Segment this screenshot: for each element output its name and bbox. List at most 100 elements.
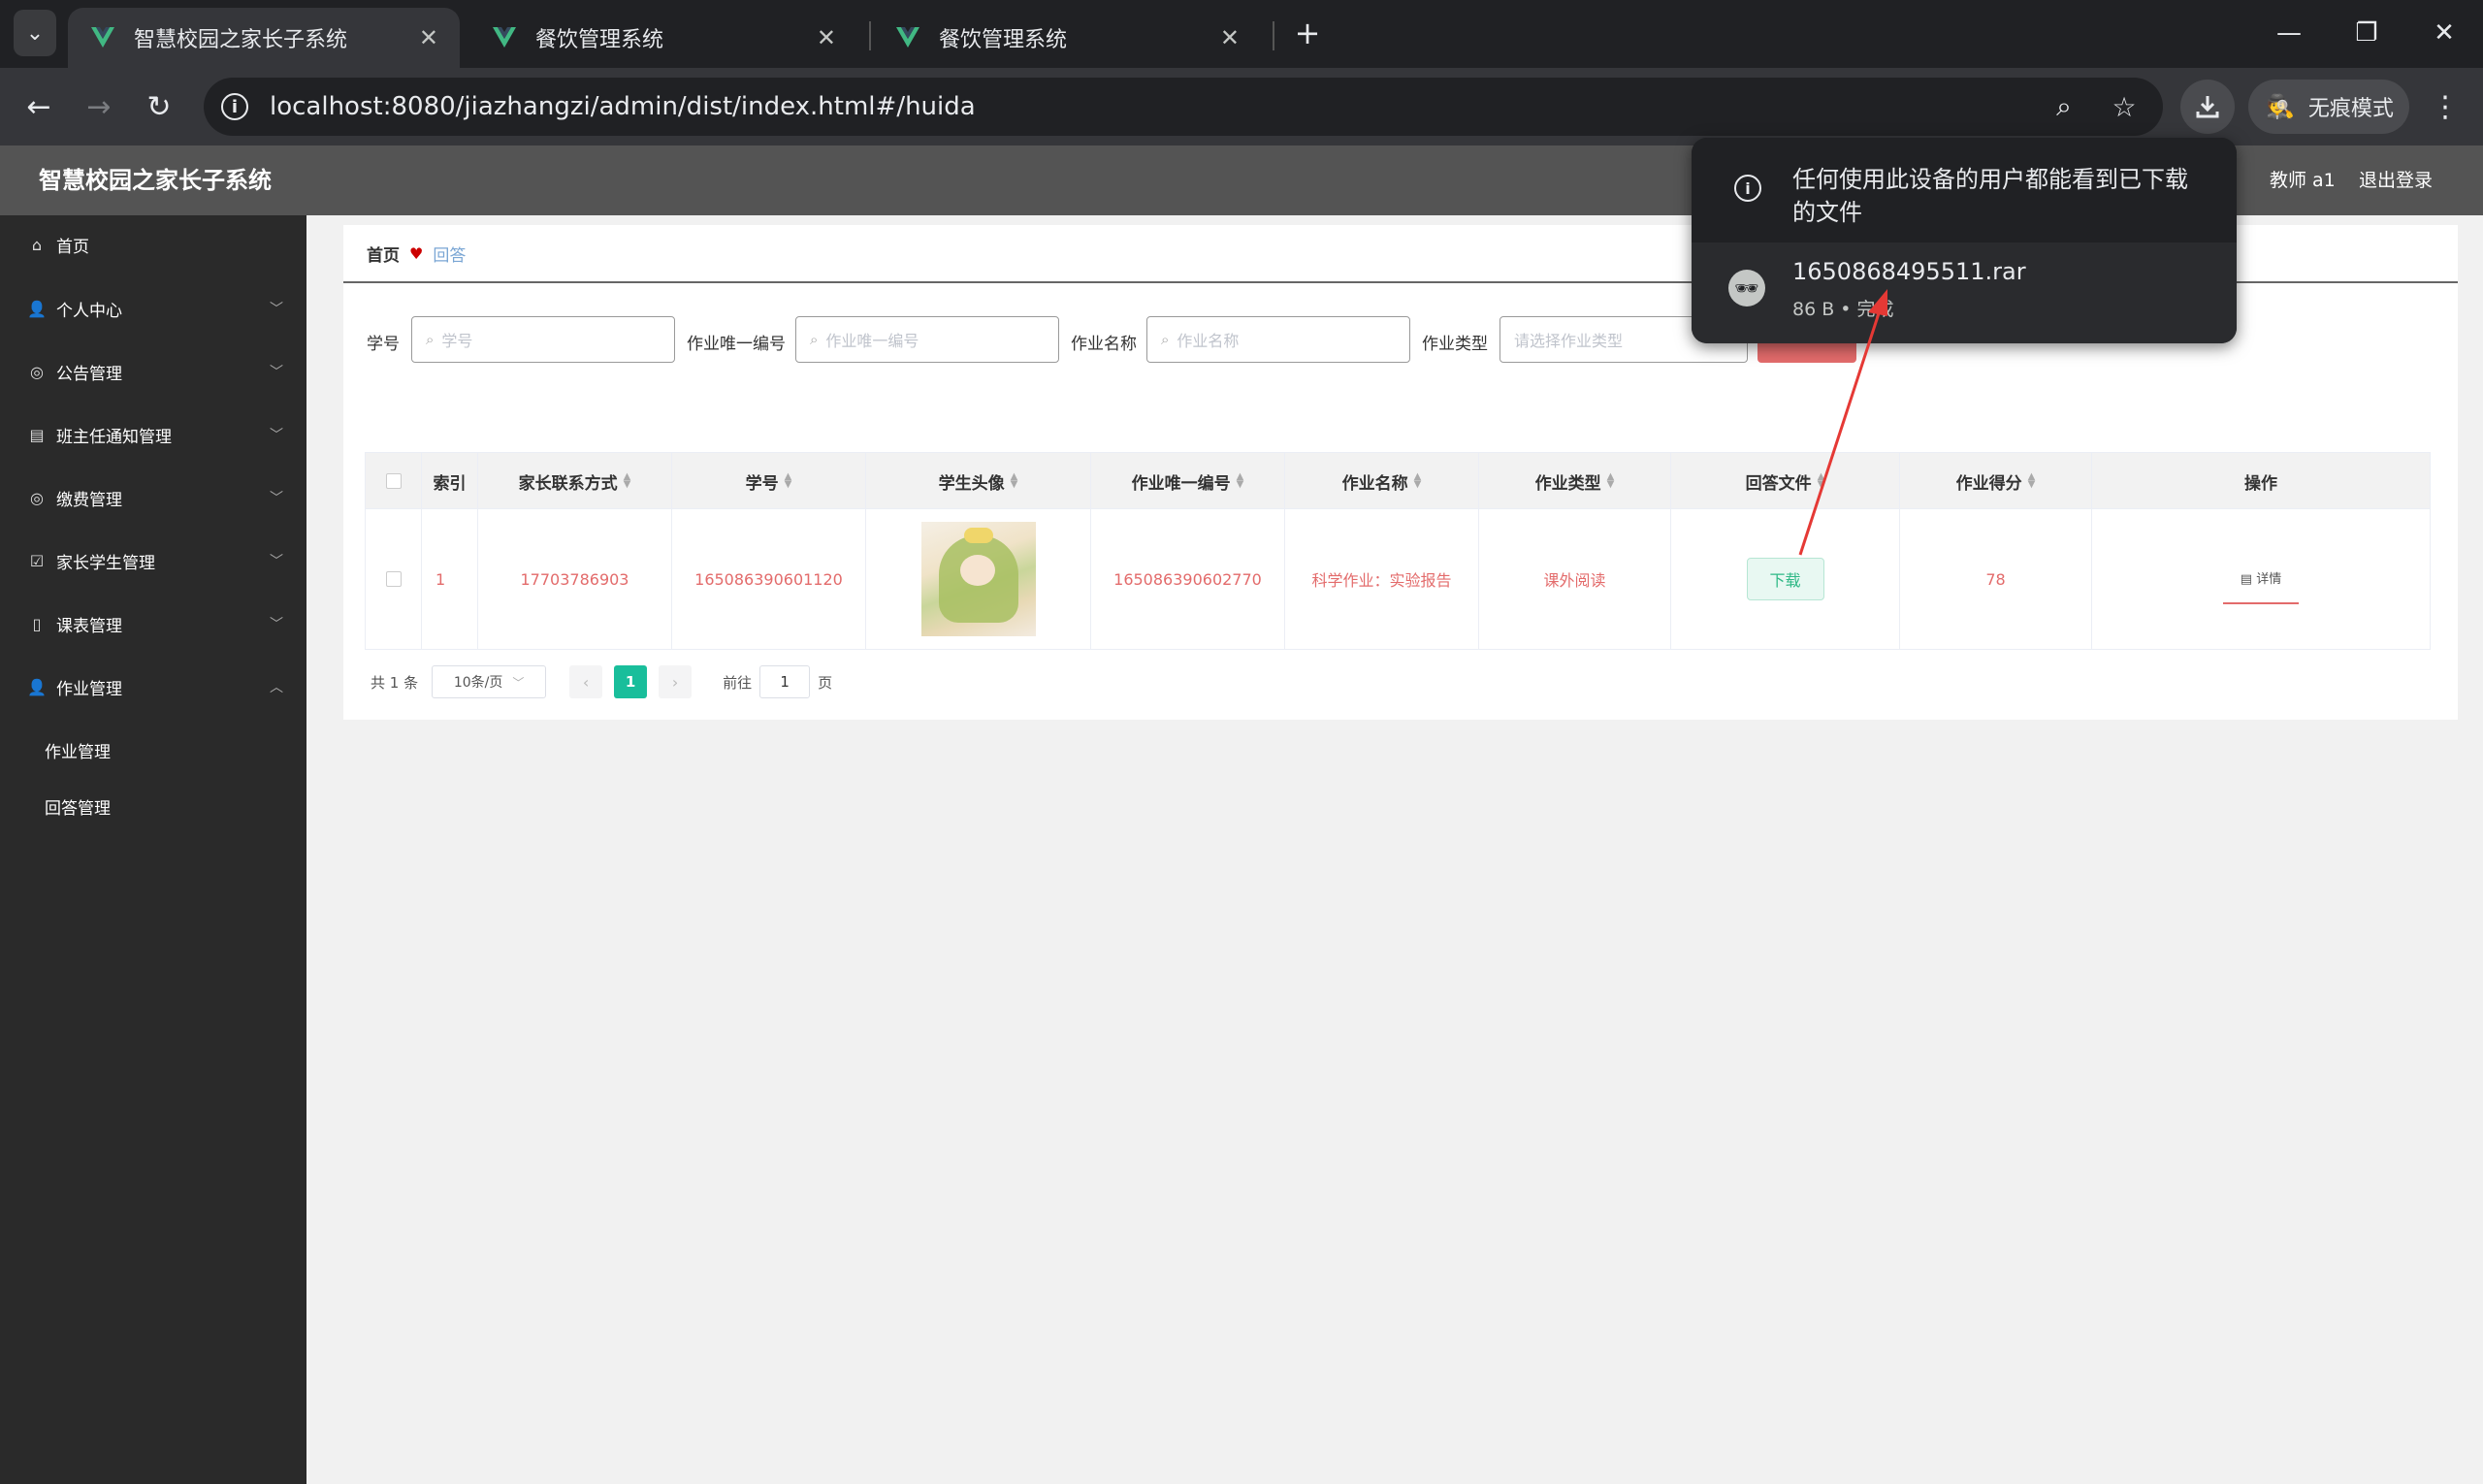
sidebar-item-parent-student[interactable]: ☑ 家长学生管理 ﹀: [0, 532, 306, 590]
col-student-no[interactable]: 学号 ▲ ▼: [672, 453, 866, 509]
sort-icon: ▲ ▼: [784, 471, 792, 490]
tab-search-button[interactable]: ⌄: [14, 10, 56, 56]
student-no-input[interactable]: ⌕ 学号: [411, 316, 675, 363]
new-tab-button[interactable]: +: [1288, 14, 1327, 52]
sidebar-item-teacher-notice[interactable]: ▤ 班主任通知管理 ﹀: [0, 405, 306, 464]
sidebar-item-home[interactable]: ⌂ 首页: [0, 215, 306, 274]
col-answer-file[interactable]: 回答文件 ▲ ▼: [1671, 453, 1900, 509]
answers-table: 索引 家长联系方式 ▲ ▼ 学号 ▲ ▼ 学生头像 ▲ ▼ 作业唯一编号 ▲ ▼ 作业名称 ▲ ▼ …: [365, 452, 2431, 650]
download-bubble: i 任何使用此设备的用户都能看到已下载的文件 🕶 1650868495511.r…: [1692, 138, 2237, 343]
breadcrumb-home[interactable]: 首页: [367, 242, 400, 266]
col-parent-phone[interactable]: 家长联系方式 ▲ ▼: [478, 453, 672, 509]
phone-icon: ▯: [32, 614, 42, 633]
prev-page-button[interactable]: ‹: [569, 665, 603, 698]
select-all-checkbox[interactable]: [385, 473, 402, 489]
cell-student-no: 165086390601120: [672, 509, 866, 649]
col-homework-id[interactable]: 作业唯一编号 ▲ ▼: [1091, 453, 1285, 509]
browser-menu-icon[interactable]: ⋮: [2431, 85, 2460, 128]
cell-homework-type: 课外阅读: [1479, 509, 1671, 649]
sidebar-item-profile[interactable]: 👤 个人中心 ﹀: [0, 279, 306, 338]
tab-title: 餐饮管理系统: [535, 28, 664, 52]
sidebar-item-notice[interactable]: ◎ 公告管理 ﹀: [0, 342, 306, 401]
placeholder-text: 学号: [441, 332, 473, 350]
sidebar-item-homework[interactable]: 👤 作业管理 ︿: [0, 658, 306, 716]
sidebar-subitem-answers[interactable]: 回答管理: [45, 780, 111, 832]
document-icon: ▤: [2240, 571, 2257, 587]
logout-button[interactable]: 退出登录: [2359, 145, 2433, 215]
sort-icon: ▲ ▼: [623, 471, 631, 490]
pagination-total: 共 1 条: [371, 673, 419, 692]
placeholder-text: 请选择作业类型: [1514, 332, 1624, 350]
bookmark-star-icon[interactable]: ☆: [2107, 89, 2142, 124]
col-index: 索引: [422, 453, 478, 509]
col-score[interactable]: 作业得分 ▲ ▼: [1900, 453, 2092, 509]
site-info-icon[interactable]: i: [221, 93, 248, 120]
download-icon: [2196, 96, 2219, 118]
tab-third[interactable]: 餐饮管理系统 ✕: [873, 8, 1261, 68]
user-icon: 👤: [27, 299, 47, 318]
sidebar-item-label: 缴费管理: [56, 490, 122, 510]
chevron-down-icon: ﹀: [270, 491, 283, 506]
address-bar[interactable]: i localhost:8080/jiazhangzi/admin/dist/i…: [204, 78, 2163, 136]
chevron-down-icon: ﹀: [270, 365, 283, 380]
url-text[interactable]: localhost:8080/jiazhangzi/admin/dist/ind…: [270, 92, 976, 121]
sort-icon: ▲ ▼: [1606, 471, 1615, 490]
row-select-cell: [366, 509, 422, 649]
placeholder-text: 作业唯一编号: [825, 332, 919, 350]
sidebar-item-schedule[interactable]: ▯ 课表管理 ﹀: [0, 595, 306, 653]
sidebar: ⌂ 首页 👤 个人中心 ﹀ ◎ 公告管理 ﹀ ▤ 班主任通知管理 ﹀ ◎ 缴费管…: [0, 215, 306, 1484]
page-size-select[interactable]: 10条/页 ﹀: [432, 665, 547, 698]
cell-actions: ▤ 详情: [2092, 509, 2430, 649]
homework-id-input[interactable]: ⌕ 作业唯一编号: [795, 316, 1059, 363]
col-avatar[interactable]: 学生头像 ▲ ▼: [866, 453, 1091, 509]
download-warning: i 任何使用此设备的用户都能看到已下载的文件: [1692, 138, 2237, 242]
download-button[interactable]: [2180, 80, 2235, 134]
placeholder-text: 作业名称: [1177, 332, 1240, 350]
zoom-icon[interactable]: ⌕: [2047, 89, 2081, 124]
chevron-down-icon: ﹀: [512, 675, 525, 690]
goto-page-input[interactable]: 1: [759, 665, 811, 698]
download-warning-text: 任何使用此设备的用户都能看到已下载的文件: [1792, 166, 2188, 226]
clipboard-icon: ▤: [29, 425, 45, 444]
reload-button[interactable]: ↻: [138, 85, 180, 128]
forward-button[interactable]: →: [78, 85, 120, 128]
close-icon[interactable]: ✕: [1220, 24, 1240, 51]
sidebar-item-label: 作业管理: [56, 679, 122, 699]
download-file-button[interactable]: 下载: [1746, 558, 1824, 600]
page-suffix: 页: [818, 673, 833, 692]
col-actions: 操作: [2244, 473, 2277, 494]
tab-active[interactable]: 智慧校园之家长子系统 ✕: [68, 8, 460, 68]
sidebar-item-payment[interactable]: ◎ 缴费管理 ﹀: [0, 468, 306, 527]
sort-icon: ▲ ▼: [2027, 471, 2036, 490]
minimize-button[interactable]: —: [2258, 12, 2320, 54]
next-page-button[interactable]: ›: [659, 665, 693, 698]
page-number-1[interactable]: 1: [614, 665, 648, 698]
search-icon: ⌕: [426, 331, 435, 348]
browser-toolbar: ← → ↻ i localhost:8080/jiazhangzi/admin/…: [0, 68, 2483, 145]
sidebar-subitem-homework[interactable]: 作业管理: [45, 724, 111, 776]
cell-parent-phone: 17703786903: [478, 509, 672, 649]
close-icon[interactable]: ✕: [817, 24, 836, 51]
back-button[interactable]: ←: [17, 85, 60, 128]
search-icon: ⌕: [810, 331, 819, 348]
pagination: 共 1 条 10条/页 ﹀ ‹ 1 › 前往 1 页: [371, 665, 832, 698]
row-checkbox[interactable]: [385, 571, 402, 587]
chevron-down-icon: ﹀: [270, 617, 283, 632]
restore-button[interactable]: ❐: [2336, 12, 2398, 54]
student-avatar[interactable]: [920, 522, 1036, 636]
chevron-up-icon: ︿: [270, 680, 283, 695]
detail-button[interactable]: ▤ 详情: [2222, 568, 2300, 604]
cell-avatar: [866, 509, 1091, 649]
window-close-button[interactable]: ✕: [2413, 12, 2475, 54]
homework-name-input[interactable]: ⌕ 作业名称: [1146, 316, 1410, 363]
download-item[interactable]: 🕶 1650868495511.rar 86 B • 完成: [1692, 242, 2237, 343]
cell-index: 1: [422, 509, 478, 649]
tab-title: 餐饮管理系统: [939, 28, 1068, 52]
incognito-indicator[interactable]: 🕵 无痕模式: [2248, 80, 2409, 134]
col-homework-type[interactable]: 作业类型 ▲ ▼: [1479, 453, 1671, 509]
tab-second[interactable]: 餐饮管理系统 ✕: [469, 8, 857, 68]
app-title: 智慧校园之家长子系统: [39, 167, 272, 194]
col-homework-name[interactable]: 作业名称 ▲ ▼: [1285, 453, 1479, 509]
close-icon[interactable]: ✕: [419, 24, 438, 51]
incognito-file-icon: 🕶: [1728, 270, 1765, 306]
